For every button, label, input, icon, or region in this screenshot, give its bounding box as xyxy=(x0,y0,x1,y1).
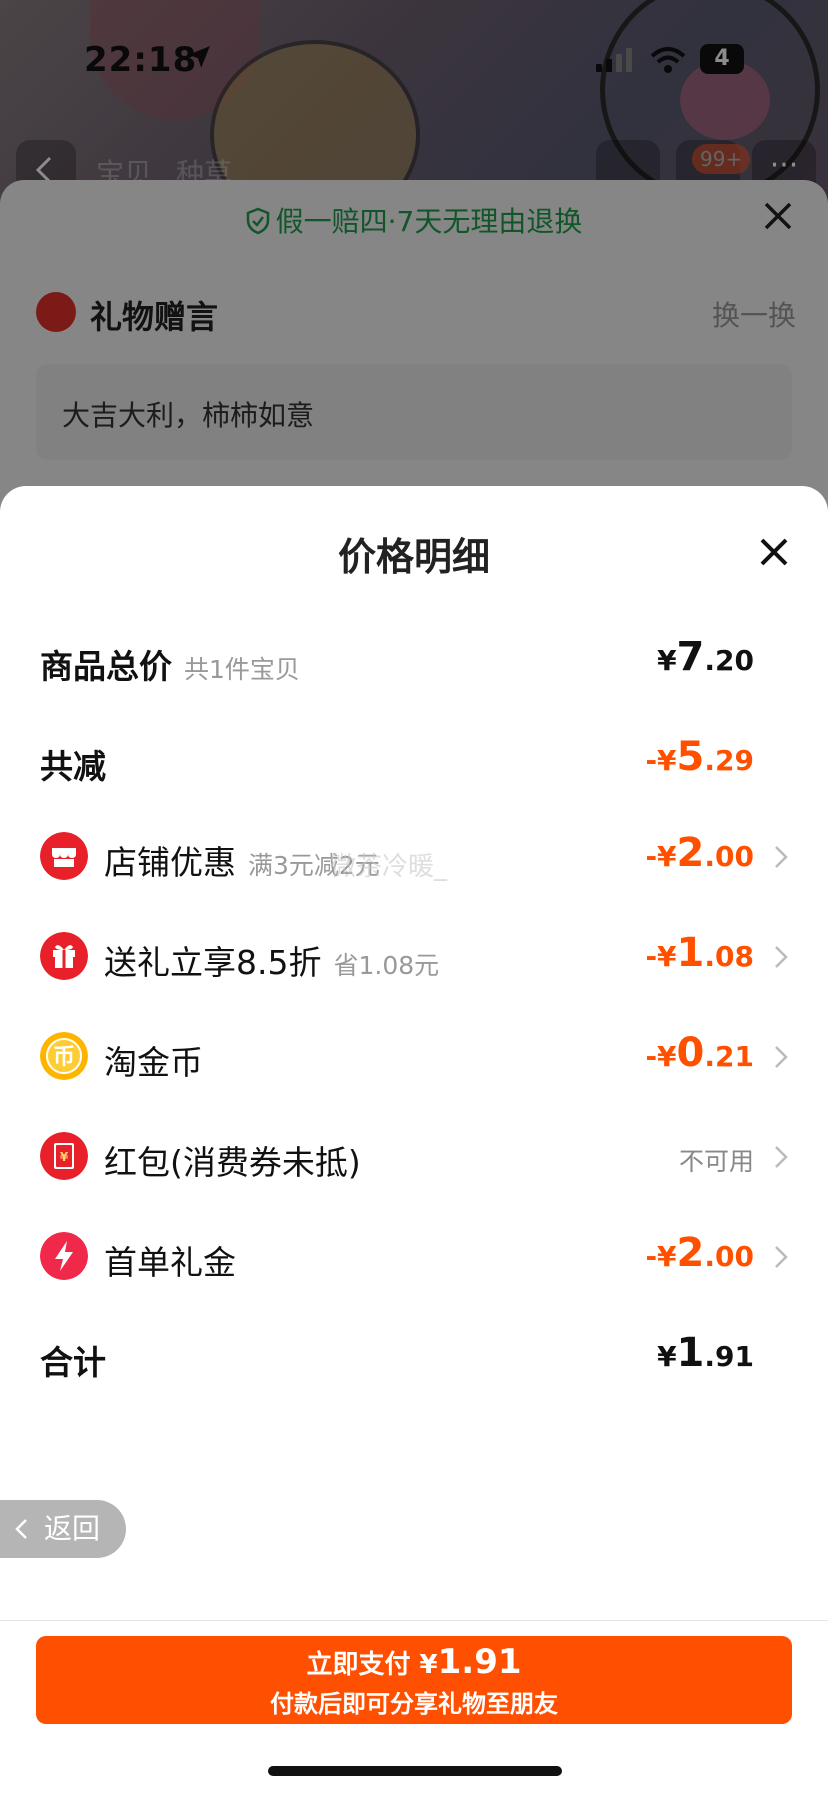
row-sub: 省1.08元 xyxy=(333,951,440,980)
discount-row-first-order[interactable]: 首单礼金 -¥2.00 xyxy=(40,1226,790,1286)
unavailable-status: 不可用 xyxy=(678,1147,754,1176)
divider xyxy=(0,1620,828,1621)
coin-icon: 币 xyxy=(40,1032,88,1080)
close-icon[interactable] xyxy=(758,536,790,568)
total-reduction-row: 共减 -¥5.29 xyxy=(40,730,790,790)
chevron-right-icon xyxy=(775,1146,788,1168)
gift-icon xyxy=(40,932,88,980)
chevron-right-icon xyxy=(775,846,788,868)
row-label: 商品总价 共1件宝贝 xyxy=(40,647,300,686)
sum-row: 合计 ¥1.91 xyxy=(40,1326,790,1386)
chevron-right-icon xyxy=(775,946,788,968)
home-indicator xyxy=(268,1766,562,1776)
store-icon xyxy=(40,832,88,880)
row-sub: 共1件宝贝 xyxy=(184,655,300,684)
discount-value: -¥1.08 xyxy=(645,930,754,976)
row-label: 淘金币 xyxy=(104,1043,203,1082)
chevron-right-icon xyxy=(775,1046,788,1068)
svg-text:币: 币 xyxy=(53,1045,75,1070)
discount-value: -¥0.21 xyxy=(645,1030,754,1076)
total-price-value: ¥7.20 xyxy=(657,634,754,680)
row-label: 合计 xyxy=(40,1343,106,1382)
discount-row-red-packet[interactable]: ¥ 红包(消费券未抵) 不可用 xyxy=(40,1126,790,1186)
pay-now-button[interactable]: 立即支付 ¥1.91 付款后即可分享礼物至朋友 xyxy=(36,1636,792,1724)
total-price-row: 商品总价 共1件宝贝 ¥7.20 xyxy=(40,630,790,690)
row-label: 红包(消费券未抵) xyxy=(104,1143,361,1182)
back-button[interactable]: 返回 xyxy=(0,1500,126,1558)
row-label: 首单礼金 xyxy=(104,1243,236,1282)
chevron-left-icon xyxy=(15,1519,27,1539)
price-detail-sheet: 价格明细 商品总价 共1件宝贝 ¥7.20 共减 -¥5.29 店铺优惠 满3元减2… xyxy=(0,486,828,1796)
sum-value: ¥1.91 xyxy=(657,1330,754,1376)
discount-value: -¥2.00 xyxy=(645,1230,754,1276)
pay-line2: 付款后即可分享礼物至朋友 xyxy=(270,1690,558,1718)
row-label: 共减 xyxy=(40,747,106,786)
discount-value: -¥2.00 xyxy=(645,830,754,876)
reduction-value: -¥5.29 xyxy=(645,734,754,780)
row-label: 送礼立享8.5折 省1.08元 xyxy=(104,943,440,982)
pay-line1: 立即支付 ¥1.91 xyxy=(306,1642,522,1682)
watermark: 微茶冷暖_ xyxy=(330,852,448,882)
chevron-right-icon xyxy=(775,1246,788,1268)
lightning-icon xyxy=(40,1232,88,1280)
back-label: 返回 xyxy=(44,1512,101,1545)
svg-text:¥: ¥ xyxy=(60,1150,69,1164)
discount-row-coins[interactable]: 币 淘金币 -¥0.21 xyxy=(40,1026,790,1086)
sheet-title: 价格明细 xyxy=(337,535,490,579)
red-packet-icon: ¥ xyxy=(40,1132,88,1180)
discount-row-gift[interactable]: 送礼立享8.5折 省1.08元 -¥1.08 xyxy=(40,926,790,986)
